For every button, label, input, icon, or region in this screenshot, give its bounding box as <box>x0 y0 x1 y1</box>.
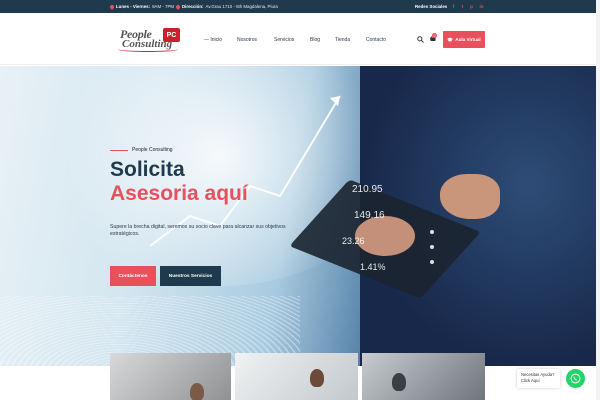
twitter-icon[interactable]: t <box>458 2 467 11</box>
logo-badge: PC <box>163 28 180 42</box>
graduation-cap-icon <box>447 37 454 42</box>
hero-title-line1: Solicita <box>110 158 185 181</box>
hours-info: Lunes - Viernes: 9AM - 7PM <box>109 3 175 10</box>
hero-number-2: 149.16 <box>354 210 385 221</box>
hero-number-1: 210.95 <box>352 184 383 195</box>
hero-title-line2: Asesoria aquí <box>110 182 248 205</box>
aula-virtual-label: Aula Virtual <box>455 37 481 42</box>
service-card-image-2[interactable] <box>235 353 358 400</box>
slider-dots <box>430 230 434 264</box>
site-logo[interactable]: People Consulting PC <box>118 27 188 53</box>
logo-swoosh <box>118 47 178 52</box>
hero-number-3: 23.26 <box>342 236 365 246</box>
services-button[interactable]: Nuestros Servicios <box>160 266 221 286</box>
linkedin-icon[interactable]: in <box>477 2 486 11</box>
hero-number-4: 1.41% <box>360 262 386 272</box>
cart-count-badge: 0 <box>432 33 437 38</box>
nav-item-servicios[interactable]: Servicios <box>274 37 294 43</box>
address-info: Dirección: Av.Grau 1710 - 6th Magdalena,… <box>175 3 278 10</box>
slider-dot-3[interactable] <box>430 260 434 264</box>
whatsapp-button[interactable] <box>566 369 585 388</box>
pretitle-line <box>110 149 128 151</box>
nav-item-contacto[interactable]: Contacto <box>366 37 386 43</box>
service-card-image-1[interactable] <box>110 353 231 400</box>
card-person-photo <box>310 369 324 387</box>
nav-item-tienda[interactable]: Tienda <box>335 37 350 43</box>
top-bar: Lunes - Viernes: 9AM - 7PM Dirección: Av… <box>0 0 600 13</box>
hours-value: 9AM - 7PM <box>152 4 175 9</box>
address-value: Av.Grau 1710 - 6th Magdalena, Piura <box>205 4 278 9</box>
facebook-icon[interactable]: f <box>449 2 458 11</box>
card-person-photo <box>392 373 406 391</box>
contact-button[interactable]: Contáctenos <box>110 266 156 286</box>
clock-icon <box>109 3 115 10</box>
search-icon[interactable] <box>417 36 424 43</box>
page-scrollbar[interactable] <box>596 0 600 400</box>
hero-pretitle-text: People Consulting <box>132 147 173 153</box>
hours-label: Lunes - Viernes: <box>116 4 151 9</box>
address-label: Dirección: <box>182 4 204 9</box>
service-card-image-3[interactable] <box>362 353 485 400</box>
nav-item-inicio[interactable]: — Inicio <box>204 37 222 43</box>
hero-pretitle: People Consulting <box>110 147 173 153</box>
slider-dot-2[interactable] <box>430 245 434 249</box>
hero-description: Supere la brecha digital, seremos su soc… <box>110 224 286 237</box>
nav-item-nosotros[interactable]: Nosotros <box>237 37 257 43</box>
pinterest-icon[interactable]: p <box>467 2 476 11</box>
hero-hand-image <box>440 174 500 219</box>
social-label: Redes Sociales <box>415 4 448 9</box>
card-person-photo <box>190 383 204 400</box>
hero-banner: 210.95 149.16 23.26 1.41% People Consult… <box>0 66 600 366</box>
slider-dot-1[interactable] <box>430 230 434 234</box>
chat-help-bubble[interactable]: Necesitas Ayuda? Click Aquí <box>517 369 560 388</box>
site-header: People Consulting PC <box>0 13 600 65</box>
nav-item-blog[interactable]: Blog <box>310 37 320 43</box>
whatsapp-icon <box>570 373 581 384</box>
location-pin-icon <box>175 3 181 10</box>
aula-virtual-button[interactable]: Aula Virtual <box>443 31 485 48</box>
